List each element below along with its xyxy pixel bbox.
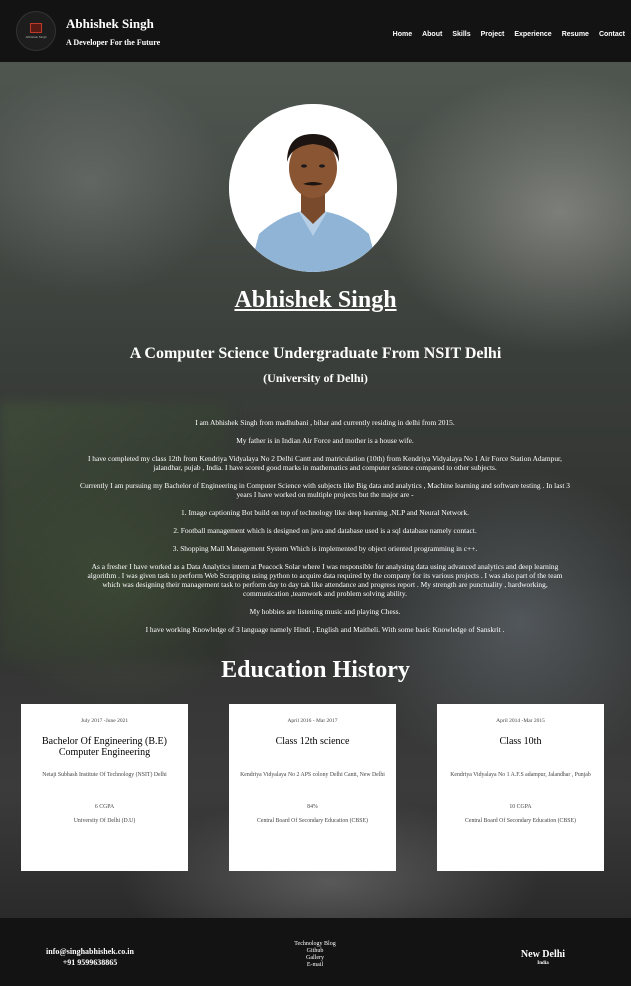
footer-link-gallery[interactable]: Gallery — [285, 955, 345, 962]
nav-home[interactable]: Home — [393, 31, 412, 38]
brand-name[interactable]: Abhishek Singh — [66, 16, 160, 32]
profile-title: A Computer Science Undergraduate From NS… — [129, 345, 502, 362]
education-board: Central Board Of Secondary Education (CB… — [257, 818, 368, 824]
logo-mark-icon — [30, 23, 42, 33]
profile-subtitle: (University of Delhi) — [263, 371, 368, 385]
education-card: July 2017 -June 2021 Bachelor Of Enginee… — [21, 704, 188, 871]
about-paragraph: I am Abhishek Singh from madhubani , bih… — [195, 418, 455, 427]
site-logo[interactable]: Abhishek Singh — [16, 11, 56, 51]
nav-resume[interactable]: Resume — [562, 31, 589, 38]
about-paragraph: My hobbies are listening music and playi… — [249, 607, 401, 616]
education-degree: Bachelor Of Engineering (B.E) Computer E… — [42, 736, 167, 758]
nav-contact[interactable]: Contact — [599, 31, 625, 38]
nav-skills[interactable]: Skills — [452, 31, 470, 38]
footer-links: Technology Blog Github Gallery E-mail — [285, 941, 345, 969]
nav-project[interactable]: Project — [481, 31, 505, 38]
about-paragraph: 1. Image captioning Bot build on top of … — [181, 508, 469, 517]
education-date: April 2014 -Mar 2015 — [496, 718, 545, 724]
nav-about[interactable]: About — [422, 31, 442, 38]
education-score: 6 CGPA — [94, 804, 115, 810]
about-paragraph: My father is in Indian Air Force and mot… — [236, 436, 414, 445]
education-board: Central Board Of Secondary Education (CB… — [465, 818, 576, 824]
education-date: April 2016 - Mar 2017 — [287, 718, 338, 724]
education-card: April 2016 - Mar 2017 Class 12th science… — [229, 704, 396, 871]
footer-link-github[interactable]: Github — [285, 948, 345, 955]
education-score: 84% — [307, 804, 318, 810]
education-heading: Education History — [221, 657, 410, 683]
footer-country: India — [537, 961, 549, 966]
nav-menu: Home About Skills Project Experience Res… — [393, 31, 625, 38]
navbar: Abhishek Singh Abhishek Singh A Develope… — [0, 0, 631, 62]
education-school: Netaji Subhash Institute Of Technology (… — [42, 772, 167, 778]
about-paragraph: I have completed my class 12th from Kend… — [87, 454, 563, 472]
profile-name: Abhishek Singh — [234, 287, 397, 313]
education-school: Kendriya Vidyalaya No 2 APS colony Delhi… — [240, 772, 385, 778]
education-date: July 2017 -June 2021 — [80, 718, 129, 724]
footer-contact: info@singhabhishek.co.in +91 9599638865 — [40, 946, 140, 968]
footer-phone[interactable]: +91 9599638865 — [40, 957, 140, 968]
footer-email[interactable]: info@singhabhishek.co.in — [40, 946, 140, 957]
footer-city: New Delhi — [520, 949, 566, 960]
education-school: Kendriya Vidyalaya No 1 A.F.S adampur, J… — [450, 772, 591, 778]
brand: Abhishek Singh A Developer For the Futur… — [66, 16, 160, 47]
logo-text: Abhishek Singh — [25, 35, 47, 39]
about-paragraph: 2. Football management which is designed… — [173, 526, 477, 535]
footer-link-blog[interactable]: Technology Blog — [285, 941, 345, 948]
brand-tagline: A Developer For the Future — [66, 38, 161, 47]
education-degree: Class 12th science — [275, 736, 350, 747]
nav-experience[interactable]: Experience — [514, 31, 551, 38]
about-paragraph: As a fresher I have worked as a Data Ana… — [87, 562, 563, 598]
education-degree: Class 10th — [499, 736, 542, 747]
education-board: University Of Delhi (D.U) — [73, 818, 136, 824]
about-paragraph: 3. Shopping Mall Management System Which… — [172, 544, 478, 553]
about-section: I am Abhishek Singh from madhubani , bih… — [80, 418, 570, 643]
footer: info@singhabhishek.co.in +91 9599638865 … — [0, 918, 631, 986]
footer-location: New Delhi India — [505, 949, 581, 966]
about-paragraph: Currently I am pursuing my Bachelor of E… — [80, 481, 570, 499]
education-score: 10 CGPA — [509, 804, 532, 810]
about-paragraph: I have working Knowledge of 3 language n… — [145, 625, 505, 634]
footer-link-email[interactable]: E-mail — [285, 962, 345, 969]
profile-photo — [229, 104, 397, 272]
education-card: April 2014 -Mar 2015 Class 10th Kendriya… — [437, 704, 604, 871]
